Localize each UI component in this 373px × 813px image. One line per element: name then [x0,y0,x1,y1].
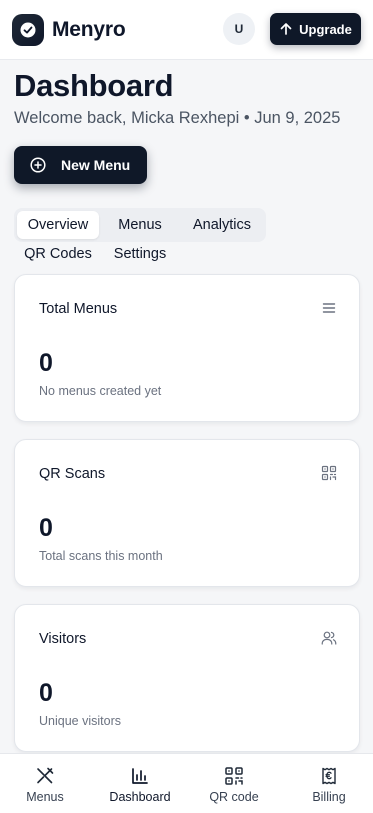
card-title: Visitors [39,631,87,647]
plus-circle-icon [30,157,46,173]
users-icon [321,631,337,645]
tab-analytics[interactable]: Analytics [182,211,262,239]
bottom-navigation: Menus Dashboard QR code Billing [0,753,373,813]
card-value: 0 [39,349,53,377]
qr-code-icon [225,767,243,785]
card-title: Total Menus [39,301,118,317]
card-title: QR Scans [39,466,106,482]
nav-label: QR code [209,790,259,804]
utensils-crossed-icon [37,767,54,784]
arrow-up-icon [280,23,292,35]
page-title: Dashboard [14,68,174,103]
brand-logo-icon[interactable] [12,13,44,46]
qr-scans-card: QR Scans 0 Total scans this month [14,439,360,587]
upgrade-button[interactable]: Upgrade [270,13,361,45]
tab-qr-codes[interactable]: QR Codes [18,240,98,268]
bar-chart-icon [132,768,148,784]
nav-item-menus[interactable]: Menus [0,754,90,813]
visitors-card: Visitors 0 Unique visitors [14,604,360,752]
nav-item-billing[interactable]: Billing [284,754,373,813]
total-menus-card: Total Menus 0 No menus created yet [14,274,360,422]
welcome-text: Welcome back, Micka Rexhepi • Jun 9, 202… [14,109,341,127]
tab-overview[interactable]: Overview [17,211,99,239]
tab-list: Overview Menus Analytics [14,208,266,242]
nav-item-dashboard[interactable]: Dashboard [95,754,185,813]
brand-name[interactable]: Menyro [52,18,126,42]
new-menu-button[interactable]: New Menu [14,146,147,184]
tab-menus[interactable]: Menus [106,211,174,239]
card-description: Unique visitors [39,714,121,728]
nav-label: Billing [312,790,346,804]
nav-label: Dashboard [109,790,171,804]
tab-settings[interactable]: Settings [108,240,172,268]
nav-label: Menus [26,790,64,804]
upgrade-label: Upgrade [299,21,352,37]
card-description: No menus created yet [39,384,162,398]
nav-item-qr-code[interactable]: QR code [189,754,279,813]
card-value: 0 [39,514,53,542]
card-description: Total scans this month [39,549,163,563]
new-menu-label: New Menu [61,157,131,173]
tab-list-overflow: QR Codes Settings [14,240,266,270]
qr-code-icon [321,465,337,481]
card-value: 0 [39,679,53,707]
user-avatar[interactable]: U [223,13,255,45]
receipt-euro-icon [322,767,336,785]
list-icon [322,303,336,313]
